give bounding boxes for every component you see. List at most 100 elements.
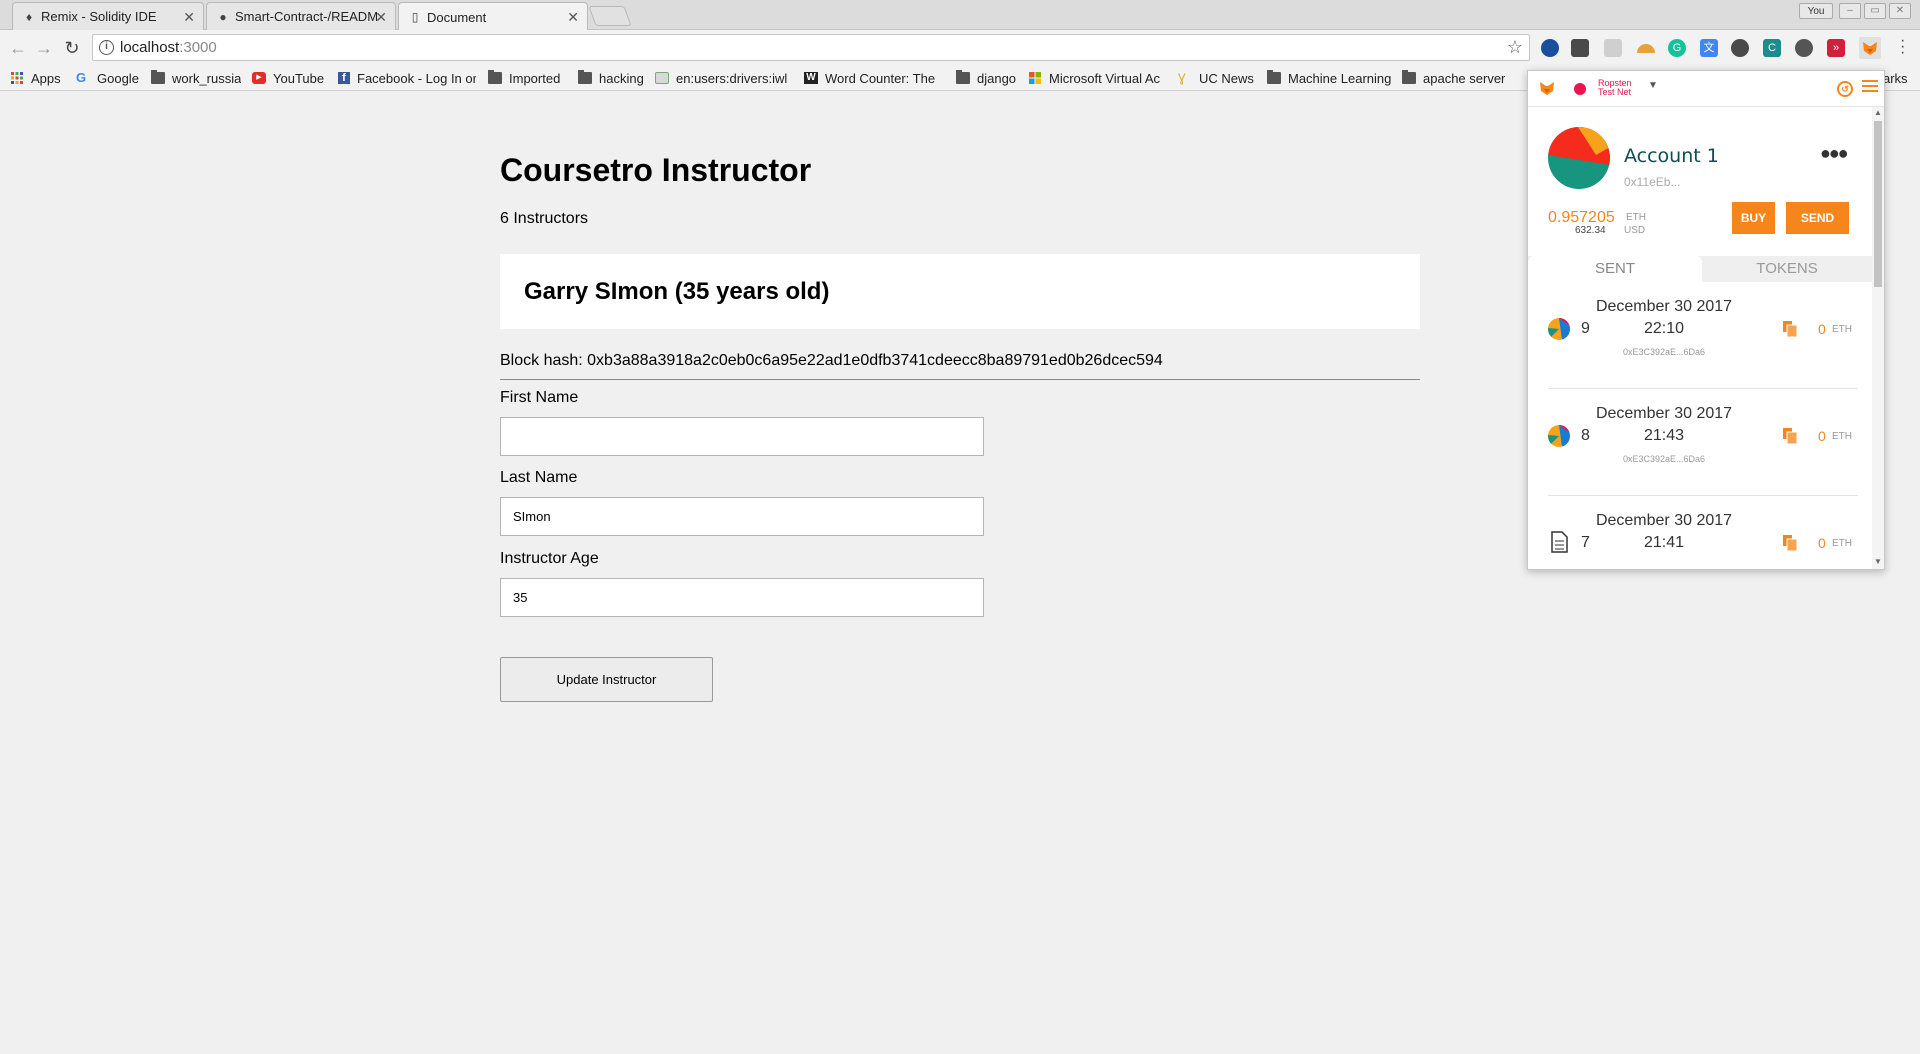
google-icon: G bbox=[76, 70, 87, 85]
transaction-amount: 0 bbox=[1818, 535, 1826, 551]
minimize-button[interactable]: – bbox=[1839, 3, 1861, 19]
scroll-up-icon[interactable]: ▲ bbox=[1874, 108, 1882, 117]
youtube-icon: ▶ bbox=[252, 72, 266, 84]
new-tab-button[interactable] bbox=[588, 6, 632, 26]
bookmark-uc-news[interactable]: Ɣ UC News bbox=[1178, 69, 1254, 87]
bookmark-google[interactable]: G Google bbox=[76, 69, 139, 87]
moon-extension-icon[interactable] bbox=[1541, 39, 1559, 57]
buy-button[interactable]: BUY bbox=[1732, 202, 1775, 234]
transaction-amount: 0 bbox=[1818, 321, 1826, 337]
facebook-icon: f bbox=[338, 72, 350, 84]
maximize-button[interactable]: ▭ bbox=[1864, 3, 1886, 19]
bookmark-apache-server[interactable]: apache server bbox=[1402, 69, 1505, 87]
hamburger-menu-icon[interactable] bbox=[1862, 80, 1878, 94]
bookmark-facebook[interactable]: f Facebook - Log In or bbox=[338, 69, 476, 87]
close-icon[interactable]: ✕ bbox=[183, 9, 195, 26]
contract-document-icon bbox=[1551, 531, 1568, 553]
grammarly-icon[interactable]: G bbox=[1668, 39, 1686, 57]
bookmark-machine-learning[interactable]: Machine Learning bbox=[1267, 69, 1391, 87]
transaction-time: 21:41 bbox=[1643, 534, 1685, 551]
account-address[interactable]: 0x11eEb... bbox=[1624, 175, 1680, 189]
identicon-icon bbox=[1548, 425, 1570, 447]
rainbow-extension-icon[interactable] bbox=[1637, 44, 1655, 53]
bookmark-label: Word Counter: The bbox=[825, 70, 936, 86]
forward-arrow-icon[interactable]: → bbox=[32, 36, 56, 60]
c-extension-icon[interactable]: C bbox=[1763, 39, 1781, 57]
transaction-time: 22:10 bbox=[1643, 320, 1685, 337]
browser-menu-icon[interactable]: · · · bbox=[1900, 33, 1905, 61]
info-icon[interactable]: i bbox=[99, 40, 114, 55]
transaction-recipient: 0xE3C392aE...6Da6 bbox=[1622, 347, 1706, 357]
transaction-unit: ETH bbox=[1832, 431, 1852, 442]
close-window-button[interactable]: ✕ bbox=[1889, 3, 1911, 19]
close-icon[interactable]: ✕ bbox=[375, 9, 387, 26]
document-icon: ▯ bbox=[411, 10, 419, 24]
uc-icon: Ɣ bbox=[1178, 71, 1186, 85]
bookmark-label: Facebook - Log In or bbox=[357, 70, 476, 86]
transaction-unit: ETH bbox=[1832, 324, 1852, 335]
bookmark-imported[interactable]: Imported bbox=[488, 69, 560, 87]
tab-github-readme[interactable]: ● Smart-Contract-/READM ✕ bbox=[206, 2, 396, 30]
bookmark-work-russia[interactable]: work_russia bbox=[151, 69, 241, 87]
instructor-age-field[interactable] bbox=[500, 578, 984, 617]
caret-down-icon[interactable]: ▼ bbox=[1648, 80, 1658, 91]
transaction-item[interactable]: 7 December 30 2017 21:41 0 ETH bbox=[1528, 496, 1872, 569]
bookmark-word-counter[interactable]: W Word Counter: The bbox=[804, 69, 942, 87]
divider bbox=[500, 379, 1420, 380]
bookmark-wiki-drivers[interactable]: en:users:drivers:iwl bbox=[655, 69, 793, 87]
puzzle-extension-icon[interactable] bbox=[1604, 39, 1622, 57]
address-bar[interactable]: i localhost:3000 ☆ bbox=[92, 34, 1530, 61]
refresh-extension-icon[interactable] bbox=[1731, 39, 1749, 57]
last-name-field[interactable] bbox=[500, 497, 984, 536]
transaction-time: 21:43 bbox=[1643, 427, 1685, 444]
more-options-icon[interactable]: ●●● bbox=[1820, 143, 1849, 164]
first-name-field[interactable] bbox=[500, 417, 984, 456]
metamask-fox-icon[interactable] bbox=[1859, 37, 1881, 59]
ethereum-icon: ♦ bbox=[25, 10, 33, 24]
back-arrow-icon[interactable]: ← bbox=[6, 36, 30, 60]
profile-button[interactable]: You bbox=[1799, 3, 1833, 19]
forward-extension-icon[interactable]: » bbox=[1827, 39, 1845, 57]
bookmark-microsoft-virtual[interactable]: Microsoft Virtual Ac bbox=[1028, 69, 1166, 87]
metamask-tabs: SENT TOKENS bbox=[1528, 256, 1872, 282]
tab-strip: ♦ Remix - Solidity IDE ✕ ● Smart-Contrac… bbox=[0, 0, 1920, 31]
scrollbar-thumb[interactable] bbox=[1874, 121, 1882, 287]
block-hash: Block hash: 0xb3a88a3918a2c0eb0c6a95e22a… bbox=[500, 352, 1163, 369]
bookmark-youtube[interactable]: ▶ YouTube bbox=[252, 69, 324, 87]
copy-icon[interactable] bbox=[1783, 321, 1797, 337]
bookmark-label: apache server bbox=[1423, 70, 1506, 86]
bookmark-overflow-label[interactable]: arks bbox=[1883, 69, 1908, 87]
account-name[interactable]: Account 1 bbox=[1624, 145, 1719, 167]
reload-icon[interactable]: ↻ bbox=[60, 36, 84, 60]
transaction-item[interactable]: 8 December 30 2017 21:43 0xE3C392aE...6D… bbox=[1528, 389, 1872, 496]
transaction-item[interactable]: 9 December 30 2017 22:10 0xE3C392aE...6D… bbox=[1528, 282, 1872, 389]
network-status-icon[interactable] bbox=[1574, 83, 1586, 95]
tab-document[interactable]: ▯ Document ✕ bbox=[398, 2, 588, 31]
usd-balance: 632.34 bbox=[1575, 225, 1606, 236]
close-icon[interactable]: ✕ bbox=[567, 9, 579, 26]
metamask-fox-icon bbox=[1540, 82, 1554, 95]
tab-tokens[interactable]: TOKENS bbox=[1702, 256, 1872, 282]
bookmark-label: hacking bbox=[599, 70, 644, 86]
account-identicon bbox=[1548, 127, 1610, 189]
copy-icon[interactable] bbox=[1783, 535, 1797, 551]
copy-icon[interactable] bbox=[1783, 428, 1797, 444]
scroll-down-icon[interactable]: ▼ bbox=[1874, 557, 1882, 566]
dropper-extension-icon[interactable] bbox=[1571, 39, 1589, 57]
gear-extension-icon[interactable] bbox=[1795, 39, 1813, 57]
bookmark-hacking[interactable]: hacking bbox=[578, 69, 644, 87]
bookmark-apps[interactable]: Apps bbox=[10, 69, 61, 87]
bookmark-label: Microsoft Virtual Ac bbox=[1049, 70, 1161, 86]
scrollbar[interactable]: ▲ ▼ bbox=[1872, 107, 1884, 569]
tab-sent[interactable]: SENT bbox=[1528, 256, 1702, 282]
translate-icon[interactable]: 文 bbox=[1700, 39, 1718, 57]
send-button[interactable]: SEND bbox=[1786, 202, 1849, 234]
account-switch-icon[interactable]: ↺ bbox=[1837, 81, 1853, 97]
usd-balance-unit: USD bbox=[1624, 225, 1646, 236]
metamask-header: Ropsten Test Net ▼ ↺ bbox=[1528, 71, 1884, 107]
update-instructor-button[interactable]: Update Instructor bbox=[500, 657, 713, 702]
network-selector[interactable]: Ropsten Test Net bbox=[1598, 79, 1632, 97]
bookmark-django[interactable]: django bbox=[956, 69, 1016, 87]
tab-remix[interactable]: ♦ Remix - Solidity IDE ✕ bbox=[12, 2, 204, 30]
bookmark-star-icon[interactable]: ☆ bbox=[1507, 35, 1523, 60]
